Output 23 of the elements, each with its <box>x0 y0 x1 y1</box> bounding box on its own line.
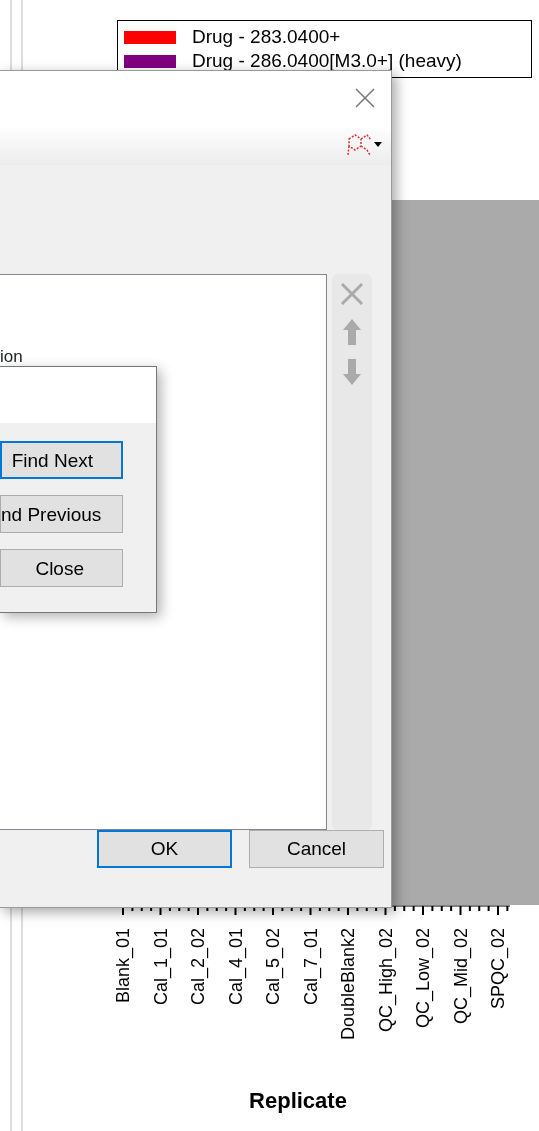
axis-tick-label: Cal_4_01 <box>225 928 246 1006</box>
cancel-button[interactable]: Cancel <box>249 829 384 868</box>
axis-tick-label: DoubleBlank2 <box>338 928 358 1041</box>
legend-label: Drug - 283.0400+ <box>192 24 341 49</box>
axis-tick-label: SPQC_02 <box>488 928 508 1010</box>
axis-tick-label: Cal_2_02 <box>188 928 208 1006</box>
up-arrow-icon[interactable] <box>342 317 362 346</box>
close-button[interactable]: Close <box>0 549 123 587</box>
find-next-button[interactable]: Find Next <box>0 441 123 479</box>
down-arrow-icon[interactable] <box>342 357 362 386</box>
axis-tick-label: Cal_1_01 <box>150 928 171 1006</box>
axis-tick-label: Cal_7_01 <box>300 928 321 1006</box>
axis-tick-label: Cal_5_02 <box>263 928 283 1006</box>
axis-tick-label: QC_Low_02 <box>413 928 433 1029</box>
legend-label: Drug - 286.0400[M3.0+] (heavy) <box>192 48 462 73</box>
close-icon[interactable] <box>355 88 375 109</box>
find-previous-button[interactable]: nd Previous <box>0 495 123 533</box>
ok-button[interactable]: OK <box>97 829 232 868</box>
delete-icon[interactable] <box>340 281 364 306</box>
axis-title: Replicate <box>249 1088 347 1113</box>
axis-tick-label: QC_Mid_02 <box>450 928 471 1025</box>
axis-tick-label: QC_High_02 <box>375 928 396 1033</box>
axis-tick-label: Blank_01 <box>113 928 133 1004</box>
